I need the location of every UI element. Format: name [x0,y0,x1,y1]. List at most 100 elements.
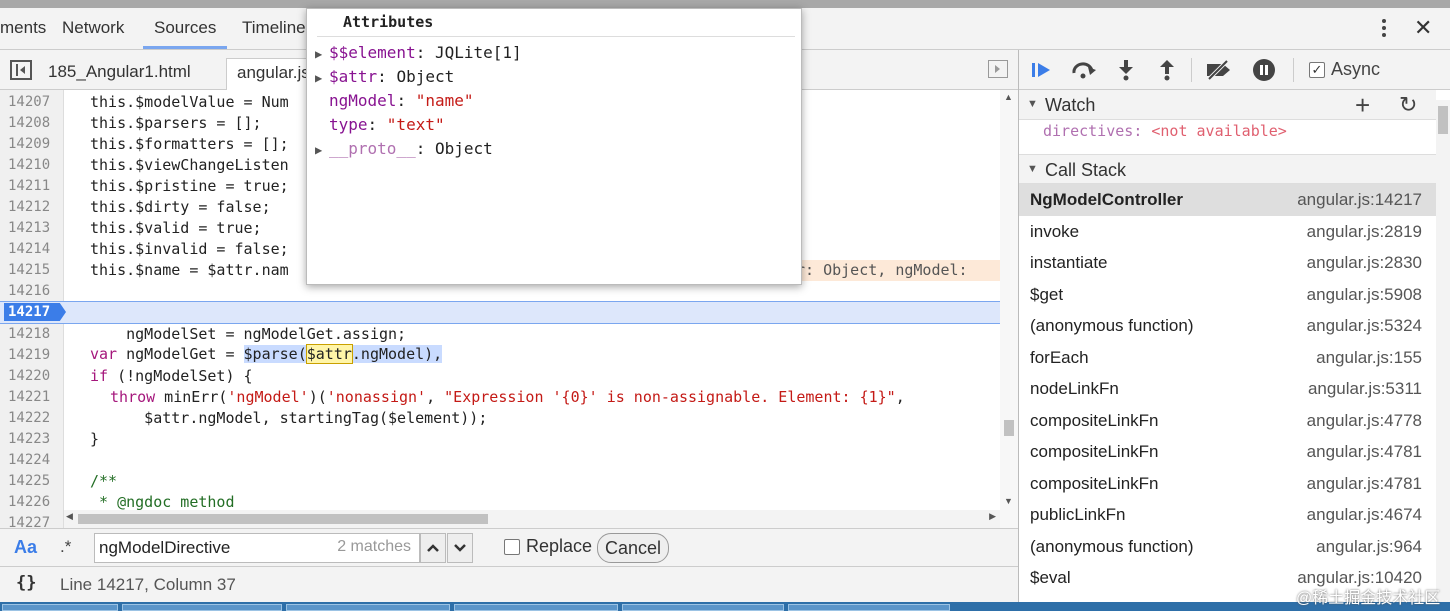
code-line[interactable]: 14224 [0,450,1000,471]
callstack-frame[interactable]: nodeLinkFn angular.js:5311 [1019,373,1436,405]
property-row[interactable]: ▶ __proto__: Object [315,137,493,161]
line-number[interactable]: 14222 [0,408,60,429]
frame-location[interactable]: angular.js:2819 [1307,216,1422,248]
deactivate-breakpoints-button[interactable] [1205,58,1231,82]
scroll-up-icon[interactable]: ▲ [1004,92,1013,102]
step-into-button[interactable] [1113,58,1139,82]
callstack-frame[interactable]: instantiate angular.js:2830 [1019,247,1436,279]
frame-location[interactable]: angular.js:4778 [1307,405,1422,437]
current-execution-line[interactable]: 14217 var ngModelGet = $parse($attr.ngMo… [0,301,1000,364]
property-row[interactable]: ▶ $$element: JQLite[1] [315,41,522,65]
frame-location[interactable]: angular.js:155 [1316,342,1422,374]
callstack-section-header[interactable]: ▼ Call Stack [1019,154,1436,184]
frame-location[interactable]: angular.js:4781 [1307,468,1422,500]
scroll-down-icon[interactable]: ▼ [1004,496,1013,506]
add-watch-icon[interactable]: + [1355,90,1370,120]
code-line[interactable]: 14225 /** [0,471,1000,492]
next-match-button[interactable] [447,533,473,563]
resume-button[interactable] [1029,58,1055,82]
line-number[interactable]: 14216 [0,281,60,302]
search-field[interactable]: 2 matches [94,533,420,563]
frame-location[interactable]: angular.js:4781 [1307,436,1422,468]
callstack-frame[interactable]: $get angular.js:5908 [1019,279,1436,311]
line-number[interactable]: 14210 [0,155,60,176]
previous-match-button[interactable] [420,533,446,563]
execution-marker[interactable]: 14217 [4,303,66,321]
tab-sources[interactable]: Sources [154,18,216,38]
scroll-right-icon[interactable]: ▶ [989,511,996,522]
callstack-frame[interactable]: compositeLinkFn angular.js:4781 [1019,436,1436,468]
expand-arrow-icon[interactable]: ▶ [315,66,329,90]
frame-location[interactable]: angular.js:4674 [1307,499,1422,531]
expand-arrow-icon[interactable]: ▶ [315,42,329,66]
expand-arrow-icon[interactable]: ▶ [315,138,329,162]
line-number[interactable]: 14207 [0,92,60,113]
regex-toggle[interactable]: .* [60,537,71,557]
toggle-navigator-icon[interactable] [10,60,32,80]
scrollbar-thumb[interactable] [1004,420,1014,436]
scrollbar-thumb[interactable] [1438,106,1448,134]
sidebar-scrollbar[interactable] [1436,100,1450,602]
line-number[interactable]: 14211 [0,176,60,197]
tab-timeline[interactable]: Timeline [242,18,306,38]
callstack-frame[interactable]: forEach angular.js:155 [1019,342,1436,374]
collapse-triangle-icon[interactable]: ▼ [1027,98,1038,110]
callstack-frame[interactable]: compositeLinkFn angular.js:4778 [1019,405,1436,437]
code-line[interactable]: 14222 $attr.ngModel, startingTag($elemen… [0,408,1000,429]
frame-location[interactable]: angular.js:5311 [1308,373,1422,405]
callstack-frame[interactable]: (anonymous function) angular.js:964 [1019,531,1436,563]
toggle-debugger-icon[interactable] [988,60,1008,78]
object-preview-popover[interactable]: Attributes ▶ $$element: JQLite[1] ▶ $attr:… [306,8,802,285]
callstack-frame[interactable]: NgModelController angular.js:14217 [1019,184,1436,216]
taskbar-item[interactable] [2,604,118,611]
line-number[interactable]: 14223 [0,429,60,450]
taskbar-item[interactable] [622,604,784,611]
taskbar-item[interactable] [286,604,450,611]
watch-section-header[interactable]: ▼ Watch + ↻ [1019,90,1436,120]
step-out-button[interactable] [1154,58,1180,82]
pause-on-exceptions-button[interactable] [1251,58,1277,82]
line-number[interactable]: 14212 [0,197,60,218]
more-options-icon[interactable] [1374,14,1394,42]
code-line[interactable]: 14221 throw minErr('ngModel')('nonassign'… [0,387,1000,408]
frame-location[interactable]: angular.js:2830 [1307,247,1422,279]
callstack-frame[interactable]: invoke angular.js:2819 [1019,216,1436,248]
tab-elements[interactable]: ments [0,18,46,38]
replace-label[interactable]: Replace [526,536,592,557]
replace-checkbox[interactable] [504,539,520,555]
file-tab-html[interactable]: 185_Angular1.html [38,58,218,90]
line-number[interactable]: 14214 [0,239,60,260]
property-row[interactable]: ▶ $attr: Object [315,65,454,89]
cancel-button[interactable]: Cancel [597,533,669,563]
callstack-frame[interactable]: (anonymous function) angular.js:5324 [1019,310,1436,342]
editor-vertical-scrollbar[interactable]: ▲ ▼ [1000,90,1018,528]
close-icon[interactable]: ✕ [1414,14,1432,42]
frame-location[interactable]: angular.js:14217 [1297,184,1422,216]
line-number[interactable]: 14213 [0,218,60,239]
async-checkbox[interactable]: ✓ [1309,62,1325,78]
watch-expression[interactable]: directives: <not available> [1043,122,1287,140]
file-tab-angular[interactable]: angular.js [226,58,316,90]
line-number[interactable]: 14221 [0,387,60,408]
code-line[interactable]: 14223} [0,429,1000,450]
async-label[interactable]: Async [1331,59,1380,80]
match-case-toggle[interactable]: Aa [14,537,37,558]
collapse-triangle-icon[interactable]: ▼ [1027,163,1038,175]
taskbar-item[interactable] [454,604,618,611]
frame-location[interactable]: angular.js:964 [1316,531,1422,563]
line-number[interactable]: 14208 [0,113,60,134]
line-number[interactable]: 14219 [0,345,60,366]
step-over-button[interactable] [1071,58,1097,82]
scroll-left-icon[interactable]: ◀ [66,511,73,522]
line-number[interactable]: 14215 [0,260,60,281]
code-line[interactable]: 14220 if (!ngModelSet) { [0,366,1000,387]
callstack-frame[interactable]: compositeLinkFn angular.js:4781 [1019,468,1436,500]
frame-location[interactable]: angular.js:5908 [1307,279,1422,311]
tab-network[interactable]: Network [62,18,124,38]
line-number[interactable]: 14218 [0,324,60,345]
editor-horizontal-scrollbar[interactable]: ◀ ▶ [64,510,1000,528]
line-number[interactable]: 14227 [0,513,60,528]
callstack-frame[interactable]: publicLinkFn angular.js:4674 [1019,499,1436,531]
search-input[interactable] [99,537,329,559]
taskbar-item[interactable] [122,604,282,611]
